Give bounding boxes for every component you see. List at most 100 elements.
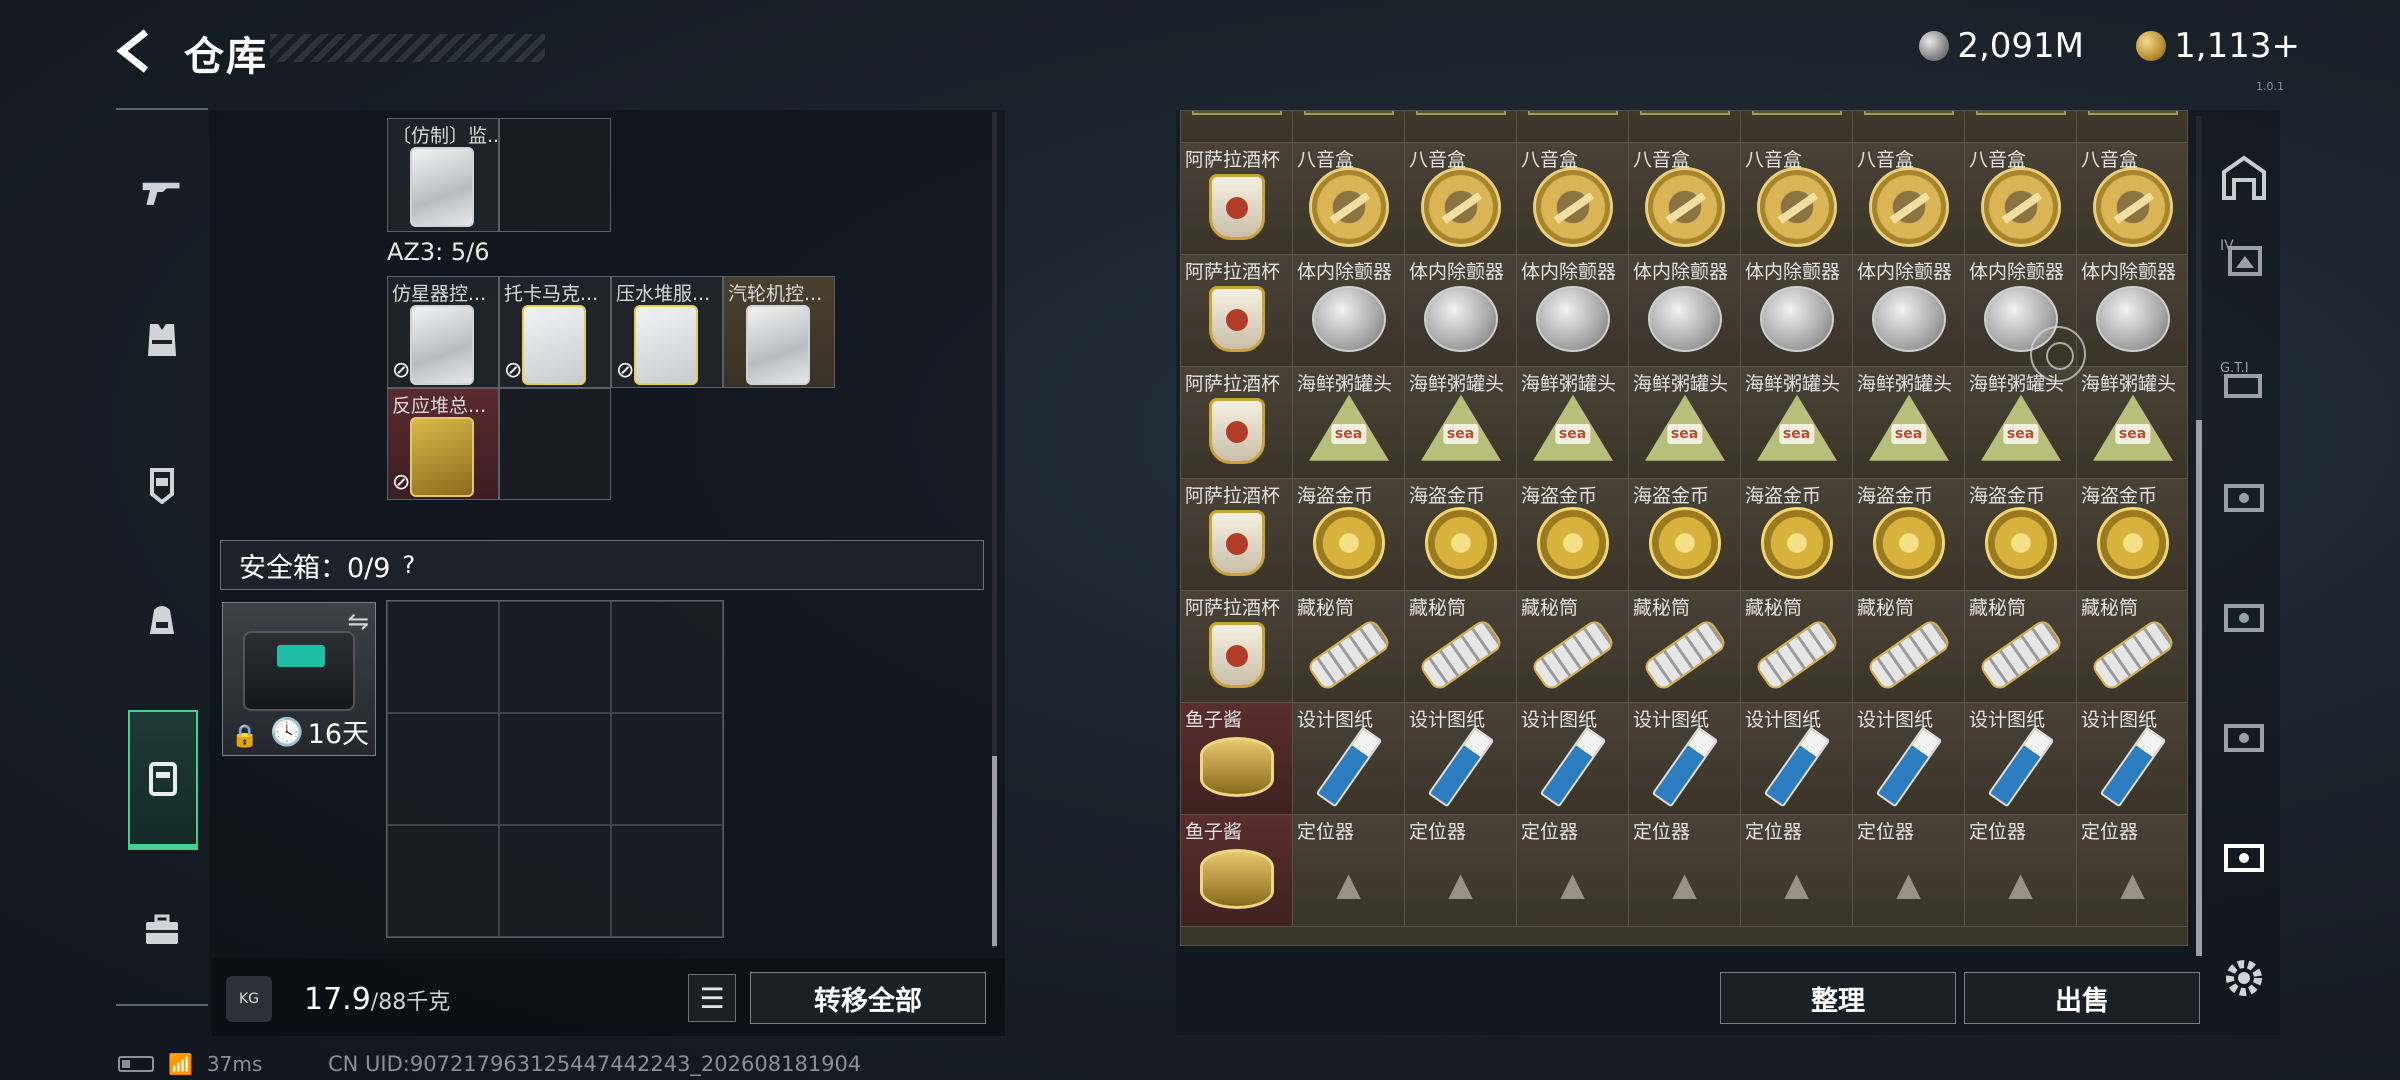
storage-cell[interactable]: 八音盒 (1853, 143, 1965, 255)
storage-cell[interactable]: 八音盒 (1405, 143, 1517, 255)
safe-slot[interactable] (499, 601, 611, 713)
storage-cell[interactable] (1741, 111, 1853, 143)
storage-cell[interactable]: 设计图纸 (1741, 703, 1853, 815)
storage-cell[interactable]: 阿萨拉酒杯 (1181, 591, 1293, 703)
az3-item-1[interactable]: 仿星器控... ⊘ (387, 276, 499, 388)
nav-weapon[interactable] (126, 142, 198, 242)
empty-slot[interactable] (499, 118, 611, 232)
storage-cell[interactable]: 八音盒 (1293, 143, 1405, 255)
container-item-top[interactable]: 〔仿制〕监... (387, 118, 499, 232)
storage-cell[interactable]: 鱼子酱 (1181, 815, 1293, 927)
safe-slot[interactable] (499, 825, 611, 937)
nav-armor[interactable] (126, 434, 198, 534)
storage-cell[interactable]: 海鲜粥罐头 sea (1293, 367, 1405, 479)
az3-item-3[interactable]: 压水堆服... ⊘ (611, 276, 723, 388)
safe-slot[interactable] (611, 825, 723, 937)
storage-cell[interactable]: 海鲜粥罐头 sea (1853, 367, 1965, 479)
storage-cell[interactable]: 设计图纸 (1517, 703, 1629, 815)
storage-cell[interactable]: 设计图纸 (1629, 703, 1741, 815)
storage-cell[interactable]: 设计图纸 (1293, 703, 1405, 815)
storage-cell[interactable]: 设计图纸 (1853, 703, 1965, 815)
storage-cell[interactable]: 设计图纸 (1965, 703, 2077, 815)
storage-cell[interactable]: 阿萨拉酒杯 (1181, 143, 1293, 255)
storage-cell[interactable]: 海鲜粥罐头 sea (1405, 367, 1517, 479)
storage-cell[interactable]: 藏秘筒 (1853, 591, 1965, 703)
storage-cell[interactable]: 海盗金币 (1517, 479, 1629, 591)
storage-cell[interactable]: ▲ 定位器 (1293, 815, 1405, 927)
storage-cell[interactable]: 设计图纸 (2077, 703, 2187, 815)
storage-cell[interactable]: ▲ 定位器 (1517, 815, 1629, 927)
storage-cell[interactable]: 藏秘筒 (1517, 591, 1629, 703)
left-scroll-thumb[interactable] (992, 756, 997, 946)
safe-slot[interactable] (387, 825, 499, 937)
nav-vest[interactable] (126, 290, 198, 390)
storage-cell[interactable]: 体内除颤器 (1293, 255, 1405, 367)
storage-cell[interactable]: 海鲜粥罐头 sea (1517, 367, 1629, 479)
storage-cell[interactable]: 海盗金币 (1965, 479, 2077, 591)
storage-cell[interactable] (1853, 111, 1965, 143)
storage-cell[interactable]: 鱼子酱 (1181, 703, 1293, 815)
storage-cell[interactable]: 海盗金币 (1629, 479, 1741, 591)
storage-cell[interactable]: 藏秘筒 (1741, 591, 1853, 703)
az3-item-2[interactable]: 托卡马克... ⊘ (499, 276, 611, 388)
list-view-button[interactable]: ☰ (688, 974, 736, 1022)
storage-cell[interactable]: 体内除颤器 (1741, 255, 1853, 367)
sort-button[interactable]: 整理 (1720, 972, 1956, 1024)
safe-slot[interactable] (387, 713, 499, 825)
tab-storage-3[interactable] (2214, 468, 2274, 528)
storage-cell[interactable]: 阿萨拉酒杯 (1181, 255, 1293, 367)
storage-cell[interactable]: 藏秘筒 (1293, 591, 1405, 703)
storage-cell[interactable]: ▲ 定位器 (1741, 815, 1853, 927)
swap-icon[interactable]: ⇋ (347, 607, 369, 637)
storage-cell[interactable]: 八音盒 (1517, 143, 1629, 255)
nav-toolbox[interactable] (126, 880, 198, 980)
storage-cell[interactable]: 阿萨拉酒杯 (1181, 367, 1293, 479)
storage-cell[interactable]: 阿萨拉酒杯 (1181, 479, 1293, 591)
transfer-all-button[interactable]: 转移全部 (750, 972, 986, 1024)
storage-cell[interactable]: 海盗金币 (2077, 479, 2187, 591)
right-scroll-thumb[interactable] (2196, 420, 2202, 956)
storage-cell[interactable]: 体内除颤器 (1405, 255, 1517, 367)
storage-cell[interactable]: 八音盒 (2077, 143, 2187, 255)
storage-cell[interactable]: 海鲜粥罐头 sea (1741, 367, 1853, 479)
storage-cell[interactable]: 藏秘筒 (2077, 591, 2187, 703)
storage-cell[interactable]: 海鲜粥罐头 sea (1629, 367, 1741, 479)
storage-cell[interactable]: 海盗金币 (1853, 479, 1965, 591)
storage-cell[interactable]: 八音盒 (1965, 143, 2077, 255)
currency-gold[interactable]: 1,113+ (2136, 26, 2300, 66)
storage-cell[interactable] (1293, 111, 1405, 143)
storage-cell[interactable]: 八音盒 (1741, 143, 1853, 255)
storage-cell[interactable]: 体内除颤器 (1853, 255, 1965, 367)
storage-cell[interactable]: 海盗金币 (1293, 479, 1405, 591)
safe-slot[interactable] (611, 601, 723, 713)
storage-cell[interactable] (1965, 111, 2077, 143)
storage-cell[interactable]: 藏秘筒 (1965, 591, 2077, 703)
storage-cell[interactable] (1629, 111, 1741, 143)
storage-cell[interactable]: 设计图纸 (1405, 703, 1517, 815)
storage-cell[interactable]: 海盗金币 (1741, 479, 1853, 591)
az3-item-4[interactable]: 汽轮机控... (723, 276, 835, 388)
storage-cell[interactable]: 海鲜粥罐头 sea (2077, 367, 2187, 479)
storage-cell[interactable] (1405, 111, 1517, 143)
storage-cell[interactable]: 体内除颤器 (2077, 255, 2187, 367)
back-button[interactable] (112, 26, 162, 76)
storage-cell[interactable]: ▲ 定位器 (1405, 815, 1517, 927)
storage-cell[interactable] (1517, 111, 1629, 143)
nav-safebox[interactable] (128, 710, 198, 850)
tab-storage-4[interactable] (2214, 588, 2274, 648)
storage-cell[interactable]: 藏秘筒 (1629, 591, 1741, 703)
az3-item-5[interactable]: 反应堆总... ⊘ (387, 388, 499, 500)
nav-backpack[interactable] (126, 570, 198, 670)
storage-cell[interactable] (1181, 111, 1293, 143)
tab-storage-gti[interactable]: G.T.I (2214, 350, 2274, 410)
tab-storage-main[interactable] (2214, 148, 2274, 208)
help-icon[interactable]: ? (402, 551, 415, 579)
tab-storage-iv[interactable]: IV (2214, 228, 2274, 288)
storage-cell[interactable]: ▲ 定位器 (2077, 815, 2187, 927)
sell-button[interactable]: 出售 (1964, 972, 2200, 1024)
safe-slot[interactable] (387, 601, 499, 713)
storage-cell[interactable]: 海鲜粥罐头 sea (1965, 367, 2077, 479)
settings-button[interactable] (2214, 948, 2274, 1008)
tab-storage-6-active[interactable] (2214, 828, 2274, 888)
empty-slot[interactable] (499, 388, 611, 500)
